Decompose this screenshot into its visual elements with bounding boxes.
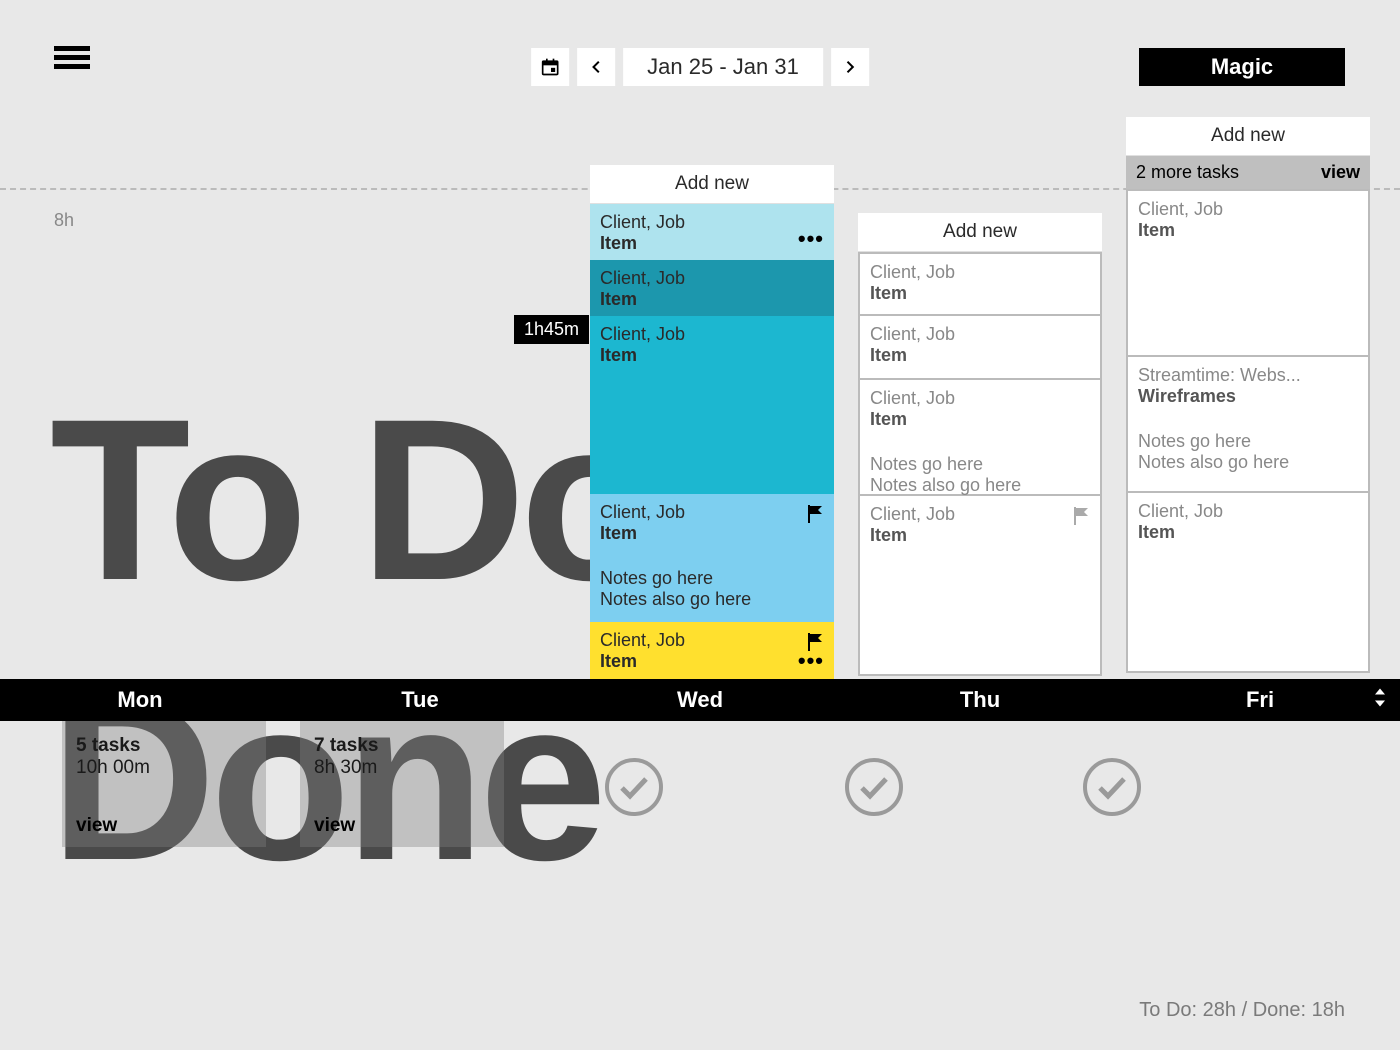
task-card[interactable]: Client, JobItem bbox=[858, 252, 1102, 316]
add-new-thu[interactable]: Add new bbox=[858, 213, 1102, 252]
task-card[interactable]: Client, JobItem Notes go hereNotes also g… bbox=[858, 380, 1102, 496]
done-tue-tasks: 7 tasks bbox=[314, 735, 490, 757]
weekday-wed: Wed bbox=[560, 687, 840, 713]
card-client: Streamtime: Webs... bbox=[1138, 365, 1358, 386]
col-thu: Add new Client, JobItemClient, JobItemCl… bbox=[858, 110, 1078, 1050]
add-new-wed[interactable]: Add new bbox=[590, 165, 834, 204]
time-tag: 1h45m bbox=[514, 315, 589, 344]
done-box-mon[interactable]: 5 tasks 10h 00m view bbox=[62, 721, 266, 847]
card-client: Client, Job bbox=[870, 504, 1090, 525]
footer-summary: To Do: 28h / Done: 18h bbox=[1139, 999, 1345, 1022]
done-check-thu[interactable] bbox=[844, 757, 904, 817]
task-card[interactable]: Client, JobItem••• bbox=[590, 204, 834, 260]
task-card[interactable]: Client, JobItem bbox=[590, 316, 834, 494]
task-card[interactable]: Client, JobItem bbox=[858, 496, 1102, 676]
done-tue-duration: 8h 30m bbox=[314, 757, 490, 779]
card-client: Client, Job bbox=[600, 630, 824, 651]
calendar-icon-button[interactable] bbox=[531, 48, 569, 86]
flag-icon bbox=[806, 504, 824, 524]
card-item: Item bbox=[600, 233, 824, 254]
card-item: Item bbox=[870, 283, 1090, 304]
add-new-fri[interactable]: Add new bbox=[1126, 117, 1370, 156]
task-card[interactable]: Client, JobItem bbox=[590, 260, 834, 316]
flag-icon bbox=[1072, 506, 1090, 526]
weekday-thu: Thu bbox=[840, 687, 1120, 713]
calendar-icon bbox=[540, 57, 560, 77]
card-client: Client, Job bbox=[1138, 199, 1358, 220]
done-check-wed[interactable] bbox=[604, 757, 664, 817]
card-item: Wireframes bbox=[1138, 386, 1358, 407]
card-item: Item bbox=[1138, 522, 1358, 543]
more-icon[interactable]: ••• bbox=[798, 648, 824, 674]
weekday-mon: Mon bbox=[0, 687, 280, 713]
card-item: Item bbox=[1138, 220, 1358, 241]
weekday-fri: Fri bbox=[1120, 687, 1400, 713]
card-item: Item bbox=[870, 525, 1090, 546]
chevron-left-icon bbox=[588, 59, 604, 75]
next-week-button[interactable] bbox=[831, 48, 869, 86]
overflow-tasks[interactable]: 2 more tasks view bbox=[1126, 156, 1370, 189]
flag-icon bbox=[806, 504, 824, 524]
flag-icon bbox=[1072, 506, 1090, 526]
overflow-view[interactable]: view bbox=[1321, 162, 1360, 183]
done-mon-tasks: 5 tasks bbox=[76, 735, 252, 757]
task-card[interactable]: Client, JobItem••• bbox=[590, 622, 834, 682]
overflow-count: 2 more tasks bbox=[1136, 162, 1239, 183]
col-fri: Add new 2 more tasks view Client, JobIte… bbox=[1126, 110, 1346, 1050]
task-card[interactable]: Client, JobItem bbox=[1126, 189, 1370, 357]
task-card[interactable]: Client, JobItem Notes go hereNotes also g… bbox=[590, 494, 834, 622]
card-item: Item bbox=[870, 345, 1090, 366]
done-check-fri[interactable] bbox=[1082, 757, 1142, 817]
card-client: Client, Job bbox=[600, 502, 824, 523]
chevron-right-icon bbox=[842, 59, 858, 75]
card-client: Client, Job bbox=[1138, 501, 1358, 522]
card-client: Client, Job bbox=[870, 388, 1090, 409]
card-client: Client, Job bbox=[600, 268, 824, 289]
magic-button[interactable]: Magic bbox=[1139, 48, 1345, 86]
card-item: Item bbox=[600, 523, 824, 544]
weekday-bar: Mon Tue Wed Thu Fri bbox=[0, 679, 1400, 721]
task-card[interactable]: Client, JobItem bbox=[1126, 493, 1370, 673]
done-mon-duration: 10h 00m bbox=[76, 757, 252, 779]
card-notes: Notes go hereNotes also go here bbox=[870, 454, 1090, 496]
col-wed: Add new Client, JobItem•••Client, JobIte… bbox=[590, 110, 810, 1050]
weekday-tue: Tue bbox=[280, 687, 560, 713]
card-client: Client, Job bbox=[600, 324, 824, 345]
card-client: Client, Job bbox=[600, 212, 824, 233]
done-mon-view[interactable]: view bbox=[76, 815, 117, 837]
card-item: Item bbox=[600, 651, 824, 672]
card-item: Item bbox=[870, 409, 1090, 430]
date-range[interactable]: Jan 25 - Jan 31 bbox=[623, 48, 823, 86]
col-tue bbox=[322, 110, 542, 1050]
card-client: Client, Job bbox=[870, 262, 1090, 283]
card-client: Client, Job bbox=[870, 324, 1090, 345]
done-box-tue[interactable]: 7 tasks 8h 30m view bbox=[300, 721, 504, 847]
card-item: Item bbox=[600, 289, 824, 310]
expand-handle[interactable] bbox=[1372, 687, 1388, 714]
card-notes: Notes go hereNotes also go here bbox=[1138, 431, 1358, 473]
task-card[interactable]: Streamtime: Webs...Wireframes Notes go he… bbox=[1126, 357, 1370, 493]
card-item: Item bbox=[600, 345, 824, 366]
task-card[interactable]: Client, JobItem bbox=[858, 316, 1102, 380]
more-icon[interactable]: ••• bbox=[798, 226, 824, 252]
hamburger-menu[interactable] bbox=[54, 42, 90, 73]
prev-week-button[interactable] bbox=[577, 48, 615, 86]
card-notes: Notes go hereNotes also go here bbox=[600, 568, 824, 610]
col-mon bbox=[54, 110, 274, 1050]
done-tue-view[interactable]: view bbox=[314, 815, 355, 837]
